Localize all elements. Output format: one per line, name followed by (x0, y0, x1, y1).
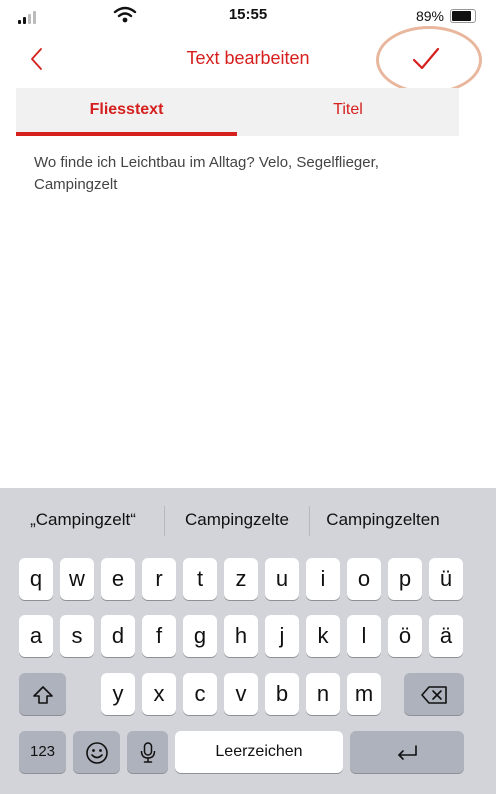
tab-bar: Fliesstext Titel (16, 88, 459, 136)
suggestion-divider (164, 506, 165, 536)
suggestion-3[interactable]: Campingzelten (312, 510, 454, 530)
shift-key[interactable] (19, 673, 66, 715)
key-p[interactable]: p (388, 558, 422, 600)
backspace-icon (421, 686, 447, 704)
numbers-key[interactable]: 123 (19, 731, 66, 773)
microphone-icon (140, 742, 155, 763)
emoji-icon (85, 742, 108, 764)
key-j[interactable]: j (265, 615, 299, 657)
dictation-key[interactable] (127, 731, 168, 773)
highlight-circle (376, 26, 482, 94)
key-v[interactable]: v (224, 673, 258, 715)
key-u[interactable]: u (265, 558, 299, 600)
key-f[interactable]: f (142, 615, 176, 657)
key-r[interactable]: r (142, 558, 176, 600)
key-t[interactable]: t (183, 558, 217, 600)
key-o[interactable]: o (347, 558, 381, 600)
key-k[interactable]: k (306, 615, 340, 657)
key-y[interactable]: y (101, 673, 135, 715)
text-editor[interactable]: Wo finde ich Leichtbau im Alltag? Velo, … (34, 152, 454, 196)
key-q[interactable]: q (19, 558, 53, 600)
key-n[interactable]: n (306, 673, 340, 715)
suggestion-2[interactable]: Campingzelte (168, 510, 306, 530)
key-l[interactable]: l (347, 615, 381, 657)
key-i[interactable]: i (306, 558, 340, 600)
key-ue[interactable]: ü (429, 558, 463, 600)
key-m[interactable]: m (347, 673, 381, 715)
key-s[interactable]: s (60, 615, 94, 657)
key-z[interactable]: z (224, 558, 258, 600)
return-key[interactable] (350, 731, 464, 773)
tab-fliesstext[interactable]: Fliesstext (16, 88, 237, 136)
space-key[interactable]: Leerzeichen (175, 731, 343, 773)
delete-key[interactable] (404, 673, 464, 715)
tab-selected-indicator (16, 132, 237, 136)
key-c[interactable]: c (183, 673, 217, 715)
key-ae[interactable]: ä (429, 615, 463, 657)
key-a[interactable]: a (19, 615, 53, 657)
key-oe[interactable]: ö (388, 615, 422, 657)
return-icon (398, 745, 417, 760)
emoji-key[interactable] (73, 731, 120, 773)
suggestion-divider (309, 506, 310, 536)
battery-icon (450, 9, 476, 23)
suggestion-1[interactable]: „Campingzelt“ (4, 510, 162, 530)
keyboard: „Campingzelt“ Campingzelte Campingzelten… (0, 488, 496, 794)
key-x[interactable]: x (142, 673, 176, 715)
key-g[interactable]: g (183, 615, 217, 657)
tab-titel[interactable]: Titel (237, 88, 459, 136)
key-e[interactable]: e (101, 558, 135, 600)
key-d[interactable]: d (101, 615, 135, 657)
shift-icon (32, 686, 53, 704)
key-w[interactable]: w (60, 558, 94, 600)
battery-percent: 89% (415, 8, 444, 24)
suggestion-bar: „Campingzelt“ Campingzelte Campingzelten (0, 488, 496, 554)
key-b[interactable]: b (265, 673, 299, 715)
key-h[interactable]: h (224, 615, 258, 657)
